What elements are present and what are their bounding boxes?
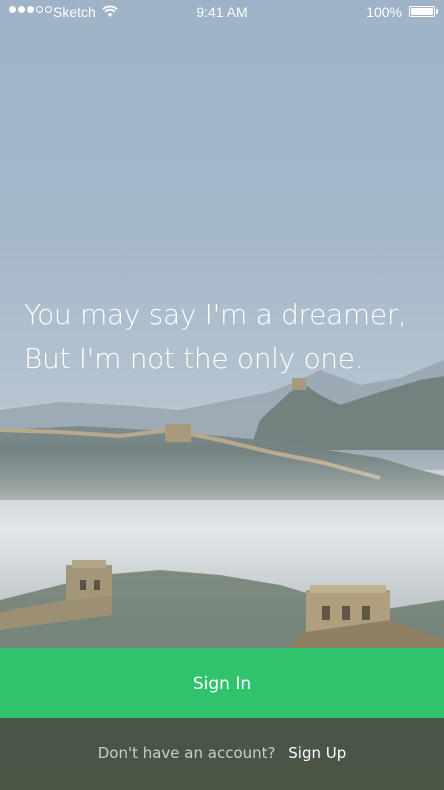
signup-prompt-bar: Don't have an account? Sign Up: [0, 718, 444, 790]
status-bar: Sketch 9:41 AM 100%: [0, 0, 444, 26]
hero-quote: You may say I'm a dreamer, But I'm not t…: [24, 293, 434, 381]
battery-level: [411, 8, 433, 15]
battery-icon: [409, 6, 435, 17]
battery-percentage: 100%: [366, 4, 402, 20]
no-account-text: Don't have an account?: [97, 744, 276, 762]
sign-up-link[interactable]: Sign Up: [288, 744, 346, 762]
hero-quote-line-2: But I'm not the only one.: [24, 342, 364, 375]
signup-prompt: Don't have an account? Sign Up: [0, 744, 444, 762]
login-screen: Sketch 9:41 AM 100% You may say I'm a dr…: [0, 0, 444, 790]
hero-quote-line-1: You may say I'm a dreamer,: [24, 298, 407, 331]
sign-in-button[interactable]: Sign In: [0, 648, 444, 718]
battery-tip: [436, 9, 438, 14]
